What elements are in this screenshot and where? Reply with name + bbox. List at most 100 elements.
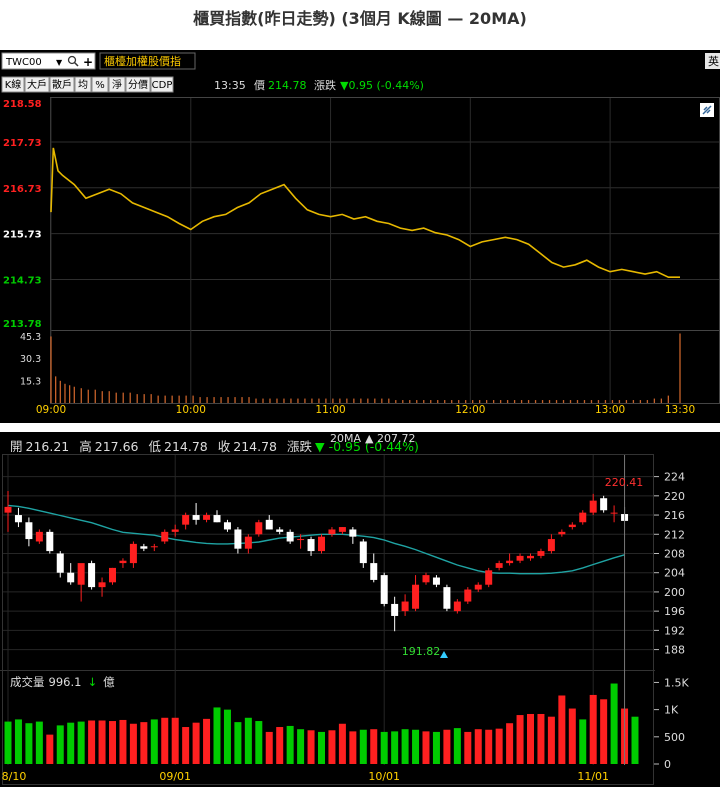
intraday-y-tick: 214.73 <box>3 275 42 286</box>
candle-body <box>349 529 357 537</box>
candle-body <box>255 522 263 535</box>
daily-volume-bar <box>77 721 85 764</box>
candle-body <box>182 515 190 525</box>
candle-body <box>119 560 127 564</box>
price-label: 價 <box>254 78 265 92</box>
candle-body <box>338 527 346 532</box>
intraday-x-tick: 11:00 <box>315 404 345 416</box>
daily-volume-tick: 1.5K <box>664 676 689 689</box>
daily-volume-bar <box>401 729 409 764</box>
daily-volume-bar <box>474 729 482 764</box>
daily-volume-bar <box>370 729 378 764</box>
candle-body <box>25 522 33 540</box>
candle-body <box>600 498 608 511</box>
page-title: 櫃買指數(昨日走勢) (3個月 K線圖 — 20MA) <box>193 9 527 28</box>
candle-body <box>213 515 221 523</box>
daily-volume-bar <box>631 716 639 764</box>
candle-body <box>516 555 524 561</box>
daily-volume-bar <box>98 720 106 764</box>
intraday-y-tick: 217.73 <box>3 138 42 149</box>
daily-change-label: 漲跌 <box>287 439 313 454</box>
high-value: 217.66 <box>95 439 139 454</box>
candle-body <box>77 563 85 585</box>
daily-volume-bar <box>213 707 221 764</box>
daily-volume-bar <box>140 722 148 764</box>
intraday-volume-tick: 15.3 <box>20 376 41 387</box>
candle-body <box>150 546 158 548</box>
candle-body <box>485 570 493 585</box>
daily-volume-bar <box>119 719 127 764</box>
candle-body <box>286 531 294 542</box>
intraday-x-tick: 09:00 <box>36 404 66 416</box>
daily-volume-bar <box>349 731 357 764</box>
daily-volume-tick: 1K <box>664 704 679 717</box>
candle-body <box>422 575 430 583</box>
low-label: 低 <box>149 439 162 454</box>
daily-volume-bar <box>359 729 367 764</box>
intraday-x-tick: 13:00 <box>595 404 625 416</box>
open-label: 開 <box>10 439 23 454</box>
candle-body <box>464 589 472 602</box>
svg-text:20MA▲ 207.72: 20MA ▲ 207.72 <box>330 432 415 445</box>
daily-volume-bar <box>255 721 263 764</box>
daily-volume-bar <box>171 717 179 764</box>
candle-body <box>56 553 64 573</box>
quote-time: 13:35 <box>214 79 246 92</box>
symbol-text: TWC00 <box>5 57 42 68</box>
daily-volume-bar <box>14 719 22 764</box>
candle-body <box>161 531 169 542</box>
intraday-x-tick: 10:00 <box>176 404 206 416</box>
intraday-y-tick: 213.78 <box>3 319 42 330</box>
chevron-down-icon[interactable]: ▼ <box>56 58 63 67</box>
volume-unit: 億 <box>103 675 115 689</box>
candle-body <box>527 555 534 559</box>
intraday-y-tick: 218.58 <box>3 99 42 110</box>
daily-volume-tick: 500 <box>664 731 685 744</box>
candle-body <box>610 512 618 514</box>
daily-volume-bar <box>307 730 315 764</box>
intraday-y-tick: 215.73 <box>3 230 42 241</box>
daily-y-tick: 196 <box>664 605 685 618</box>
daily-y-tick: 204 <box>664 567 685 580</box>
daily-volume-bar <box>558 695 566 764</box>
daily-volume-bar <box>192 722 200 764</box>
intraday-chart: TWC00 ▼ + 櫃檯加權股價指 英 K線 大戶 散戶均% 淨分價 CDP 13:35… <box>0 50 720 423</box>
daily-y-tick: 192 <box>664 624 685 637</box>
high-label: 高 <box>79 439 92 454</box>
candle-body <box>129 543 137 564</box>
daily-volume-bar <box>25 723 33 764</box>
link-icon[interactable] <box>700 103 714 117</box>
intraday-y-tick: 216.73 <box>3 184 42 195</box>
daily-volume-bar <box>412 729 420 764</box>
daily-volume-bar <box>297 729 305 764</box>
volume-arrow: ↓ <box>87 675 97 689</box>
daily-volume-bar <box>537 713 545 764</box>
daily-volume-bar <box>547 716 555 764</box>
daily-x-tick: 8/10 <box>2 770 27 783</box>
candle-body <box>276 529 284 532</box>
candle-body <box>537 551 545 556</box>
candle-body <box>558 531 566 535</box>
daily-volume-bar <box>495 728 503 764</box>
daily-volume-bar <box>600 699 608 764</box>
candle-body <box>234 529 242 549</box>
daily-volume-bar <box>46 734 54 764</box>
daily-y-tick: 200 <box>664 586 685 599</box>
candle-body <box>474 584 482 590</box>
add-icon[interactable]: + <box>83 55 93 69</box>
daily-volume-bar <box>380 731 388 764</box>
toolbar-button-label: 均 <box>78 79 88 91</box>
toolbar-button-label: 淨 <box>112 79 122 91</box>
daily-volume-bar <box>223 709 231 764</box>
candle-body <box>359 541 367 564</box>
daily-volume-bar <box>391 731 399 764</box>
candle-body <box>307 539 315 552</box>
candle-body <box>370 563 378 580</box>
intraday-x-tick: 13:30 <box>665 404 695 416</box>
daily-volume-bar <box>88 720 96 764</box>
daily-volume-bar <box>338 723 346 764</box>
change-label: 漲跌 <box>314 78 336 92</box>
high-annotation: 220.41 <box>605 476 644 489</box>
daily-volume-bar <box>286 725 294 764</box>
daily-volume-bar <box>234 722 242 764</box>
